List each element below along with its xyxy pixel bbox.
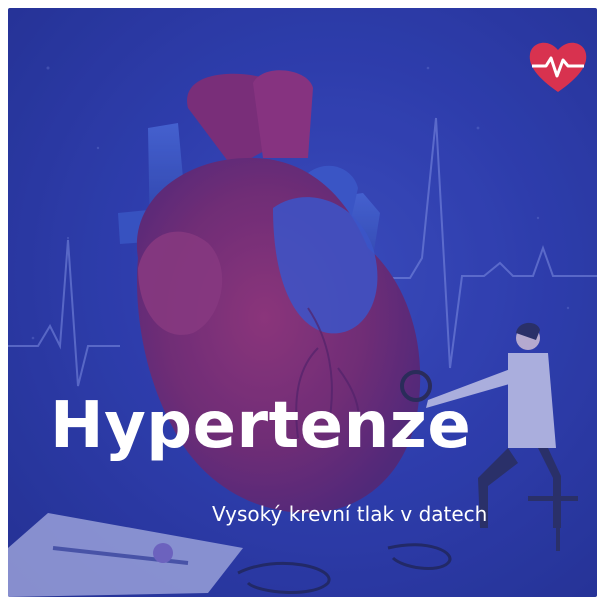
subtitle: Vysoký krevní tlak v datech xyxy=(212,502,488,526)
heart-pulse-icon xyxy=(529,42,587,92)
page-title: Hypertenze xyxy=(50,389,472,463)
poster: Hypertenze Vysoký krevní tlak v datech xyxy=(8,8,597,597)
